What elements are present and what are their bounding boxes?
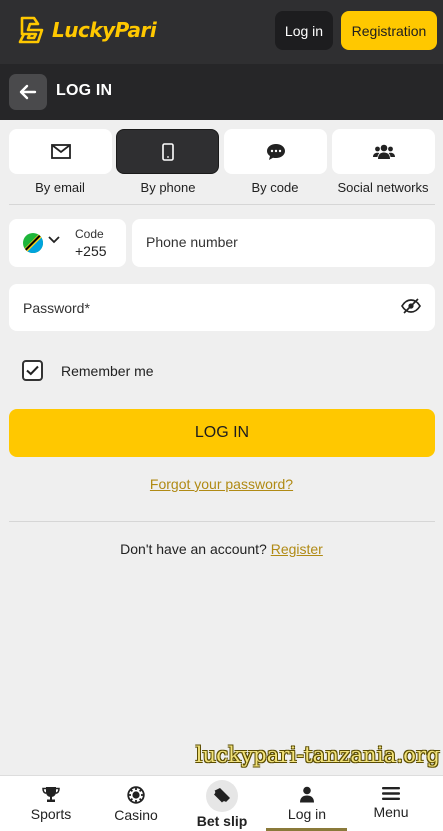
country-code-select[interactable]: Code +255 [9,219,126,267]
chat-bubble-icon [266,143,285,160]
tab-label-social-networks: Social networks [337,180,429,195]
tab-label-by-phone: By phone [140,180,196,195]
code-label: Code [75,227,104,241]
bottom-nav: Sports Casino Bet slip Log in Menu [0,775,443,831]
nav-menu[interactable]: Menu [358,776,424,831]
divider [9,521,435,522]
register-link[interactable]: Register [271,541,323,557]
hamburger-icon [382,787,400,800]
remember-me-label[interactable]: Remember me [61,363,154,379]
tab-by-code[interactable] [224,129,327,174]
ticket-icon [214,788,230,803]
tab-social-networks[interactable] [332,129,435,174]
page-title: LOG IN [56,82,113,99]
phone-number-input[interactable] [146,234,416,250]
signup-prompt-text: Don't have an account? [120,541,267,557]
nav-label-sports: Sports [30,806,72,822]
header-login-button[interactable]: Log in [275,11,333,50]
tab-label-by-email: By email [35,180,85,195]
casino-chip-icon [127,786,145,804]
chevron-down-icon [48,236,60,244]
tanzania-flag-icon [23,233,43,253]
envelope-icon [50,144,71,159]
bet-slip-circle [206,780,238,812]
nav-casino[interactable]: Casino [103,776,169,831]
eye-off-icon[interactable] [401,298,421,314]
watermark: luckypari-tanzania.org [195,743,440,767]
nav-bet-slip[interactable]: Bet slip [186,776,258,831]
signup-prompt: Don't have an account? Register [0,541,443,557]
checkmark-icon [26,365,39,376]
code-value: +255 [75,243,107,259]
tab-label-by-code: By code [251,180,299,195]
remember-me-checkbox[interactable] [22,360,43,381]
arrow-left-icon [19,84,37,100]
nav-label-menu: Menu [373,804,409,820]
nav-label-bet-slip: Bet slip [196,813,248,829]
nav-label-casino: Casino [114,807,158,823]
logo[interactable]: LuckyPari [16,14,157,46]
back-button[interactable] [9,74,47,110]
tab-by-email[interactable] [9,129,112,174]
header-registration-button[interactable]: Registration [341,11,437,50]
users-icon [372,144,395,159]
nav-log-in[interactable]: Log in [272,776,342,831]
trophy-icon [42,787,60,802]
logo-icon [18,16,44,44]
login-button[interactable]: LOG IN [9,409,435,457]
tab-by-phone[interactable] [116,129,219,174]
forgot-password-link[interactable]: Forgot your password? [0,476,443,492]
nav-sports[interactable]: Sports [18,776,84,831]
password-input[interactable] [23,300,363,316]
user-icon [300,786,314,803]
phone-icon [161,142,174,161]
divider [9,204,435,205]
password-field-container [9,284,435,331]
phone-field-container [132,219,435,267]
nav-label-log-in: Log in [287,806,327,822]
logo-text: LuckyPari [52,18,157,42]
